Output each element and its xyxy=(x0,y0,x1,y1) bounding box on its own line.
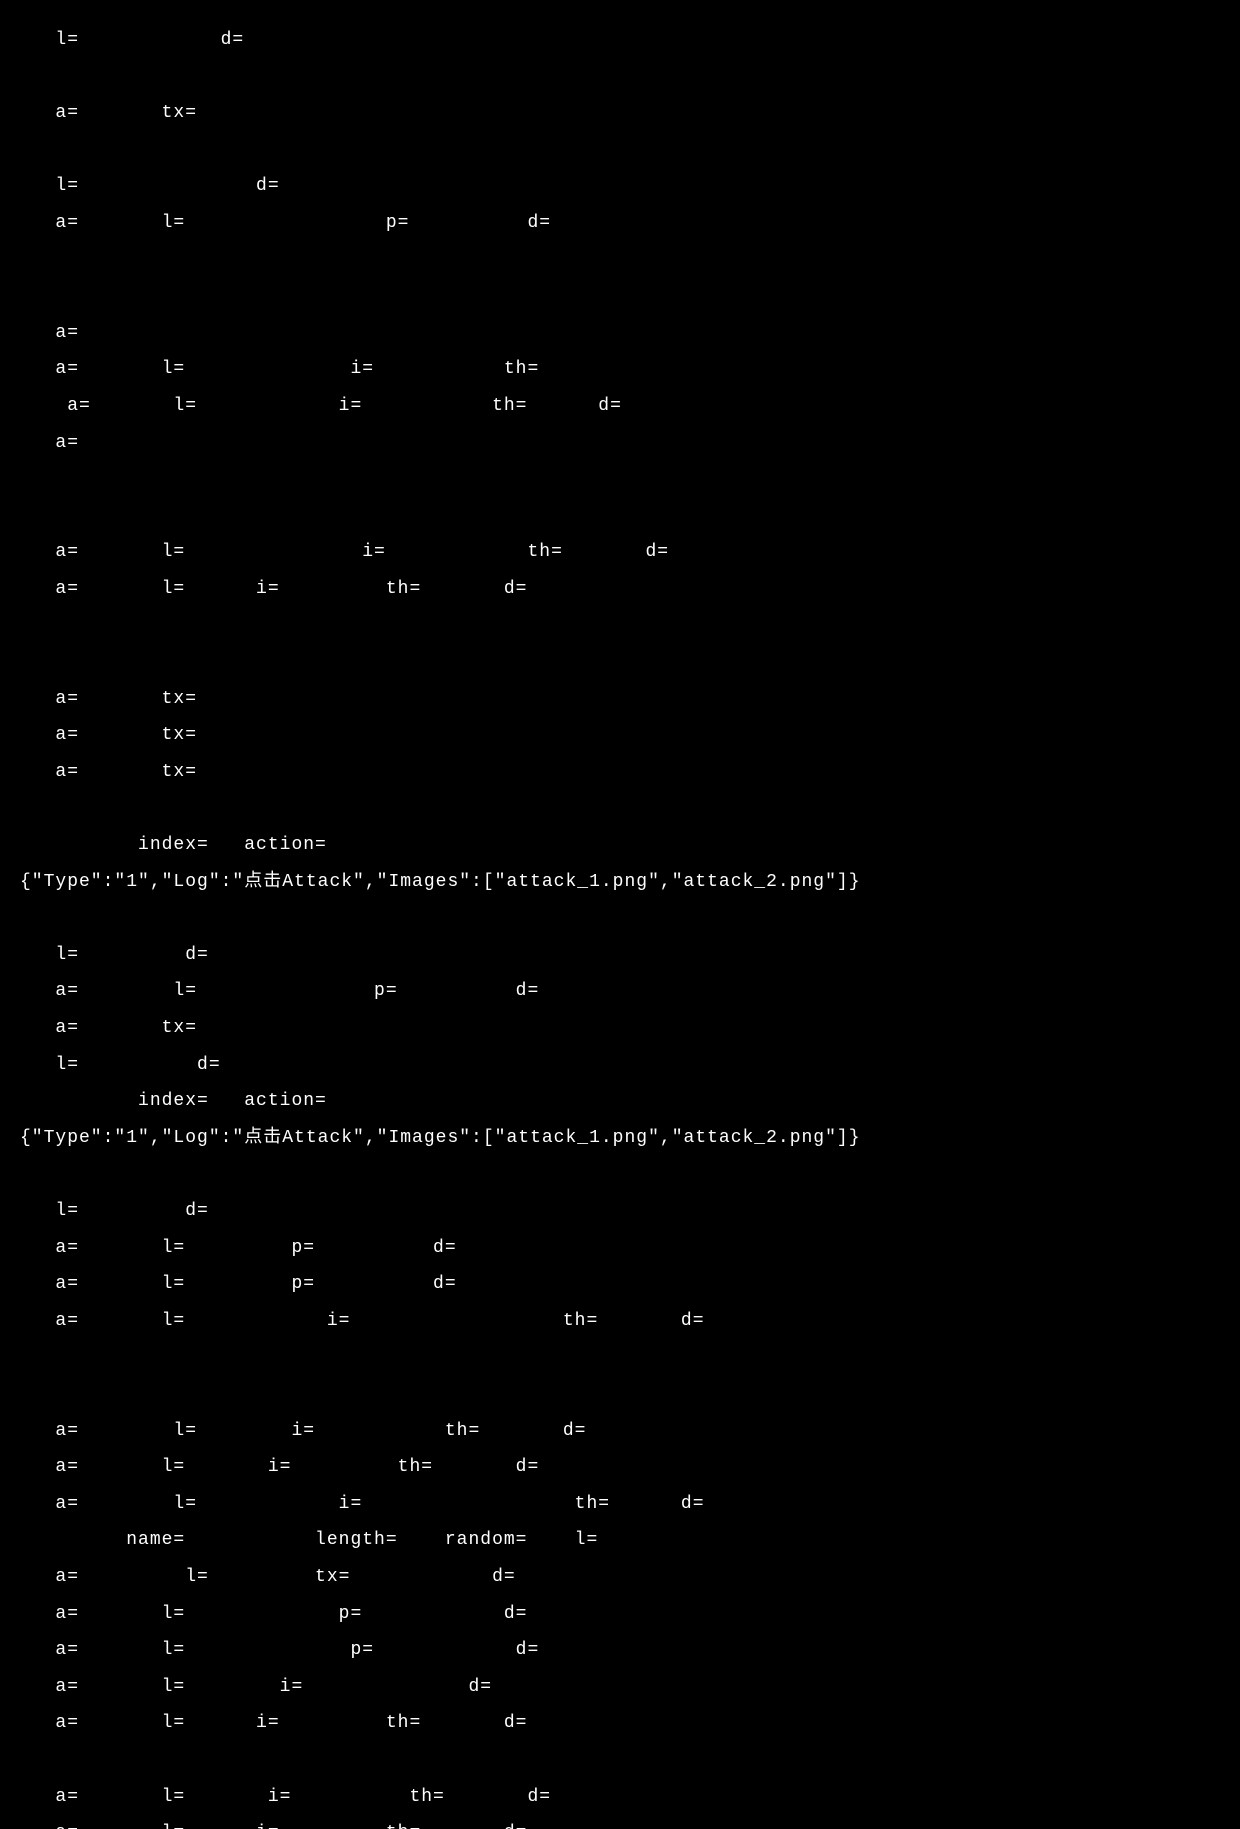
terminal-line: a= tx= xyxy=(20,754,1220,791)
terminal-line: a= l= i= th= d= xyxy=(20,1779,1220,1816)
terminal-line xyxy=(20,498,1220,535)
terminal-line: l= d= xyxy=(20,1047,1220,1084)
terminal-line: a= l= p= d= xyxy=(20,1632,1220,1669)
terminal-line xyxy=(20,644,1220,681)
terminal-line: a= l= p= d= xyxy=(20,973,1220,1010)
terminal-line: a= l= i= th= d= xyxy=(20,388,1220,425)
terminal-line: a= l= i= th= d= xyxy=(20,571,1220,608)
terminal-line xyxy=(20,132,1220,169)
terminal-line: a= tx= xyxy=(20,1010,1220,1047)
terminal-line: a= l= i= th= d= xyxy=(20,1486,1220,1523)
terminal-line xyxy=(20,461,1220,498)
terminal-line: a= l= i= th= d= xyxy=(20,1413,1220,1450)
terminal-line: a= l= i= th= d= xyxy=(20,1449,1220,1486)
terminal-output: l= d= a= tx= l= d= a= l= p= d= a= a= l= … xyxy=(0,0,1240,1829)
terminal-line: index= action= xyxy=(20,827,1220,864)
terminal-line xyxy=(20,608,1220,645)
terminal-line: l= d= xyxy=(20,168,1220,205)
terminal-line: a= l= i= th= d= xyxy=(20,534,1220,571)
terminal-line: a= l= i= th= d= xyxy=(20,1815,1220,1829)
terminal-line: a= l= p= d= xyxy=(20,1266,1220,1303)
terminal-line xyxy=(20,1742,1220,1779)
terminal-line: a= l= p= d= xyxy=(20,205,1220,242)
terminal-line: l= d= xyxy=(20,1193,1220,1230)
terminal-line: a= l= i= d= xyxy=(20,1669,1220,1706)
terminal-line: a= l= i= th= d= xyxy=(20,1705,1220,1742)
terminal-line xyxy=(20,900,1220,937)
terminal-line: a= tx= xyxy=(20,717,1220,754)
terminal-line: a= l= p= d= xyxy=(20,1596,1220,1633)
terminal-line xyxy=(20,278,1220,315)
terminal-line xyxy=(20,59,1220,96)
terminal-line: a= l= i= th= xyxy=(20,351,1220,388)
terminal-line: {"Type":"1","Log":"点击Attack","Images":["… xyxy=(20,1120,1220,1157)
terminal-line: {"Type":"1","Log":"点击Attack","Images":["… xyxy=(20,864,1220,901)
terminal-line xyxy=(20,1339,1220,1376)
terminal-line xyxy=(20,242,1220,279)
terminal-line xyxy=(20,1156,1220,1193)
terminal-line: a= xyxy=(20,315,1220,352)
terminal-line: a= l= tx= d= xyxy=(20,1559,1220,1596)
terminal-line: index= action= xyxy=(20,1083,1220,1120)
terminal-line xyxy=(20,790,1220,827)
terminal-line: a= l= i= th= d= xyxy=(20,1303,1220,1340)
terminal-line: a= tx= xyxy=(20,681,1220,718)
terminal-line: a= l= p= d= xyxy=(20,1230,1220,1267)
terminal-line: l= d= xyxy=(20,22,1220,59)
terminal-line: name= length= random= l= xyxy=(20,1522,1220,1559)
terminal-line: a= xyxy=(20,425,1220,462)
terminal-line: l= d= xyxy=(20,937,1220,974)
terminal-line: a= tx= xyxy=(20,95,1220,132)
terminal-line xyxy=(20,1376,1220,1413)
